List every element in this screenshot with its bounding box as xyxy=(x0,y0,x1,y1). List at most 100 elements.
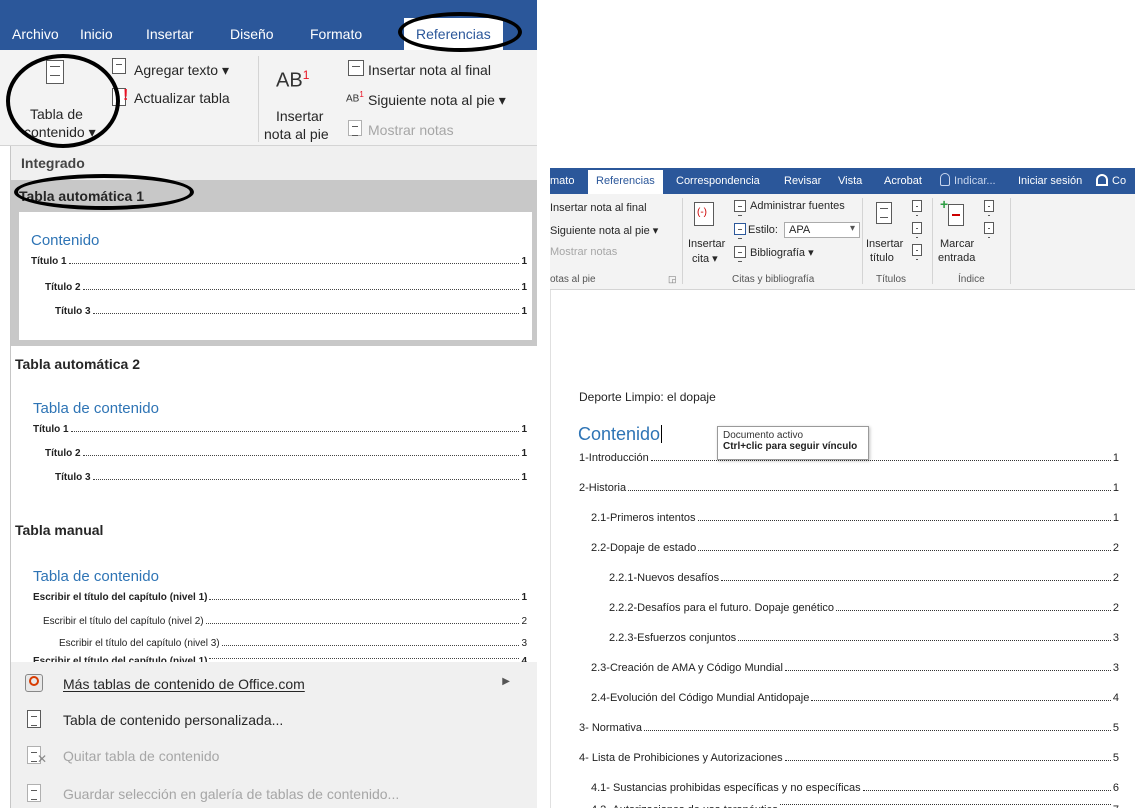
ribbon-referencias: Insertar nota al final Siguiente nota al… xyxy=(550,194,1135,290)
hyperlink-tooltip: Documento activo Ctrl+clic para seguir v… xyxy=(717,426,869,460)
lightbulb-icon xyxy=(940,173,950,186)
toc-link[interactable]: 2.2.3-Esfuerzos conjuntos 3 xyxy=(609,632,1119,644)
toc-link-text: 3- Normativa xyxy=(579,722,642,734)
ribbon-separator xyxy=(862,198,863,284)
toc-leader xyxy=(92,306,520,314)
preview-title: Contenido xyxy=(31,232,100,249)
toc-link[interactable]: 2.4-Evolución del Código Mundial Antidop… xyxy=(591,692,1119,704)
toc-link-text: 2.3-Creación de AMA y Código Mundial xyxy=(591,662,783,674)
toc-entry-page: 3 xyxy=(521,638,527,649)
toc-link-page: 2 xyxy=(1112,602,1119,614)
toc-link-text: 2.2.2-Desafíos para el futuro. Dopaje ge… xyxy=(609,602,835,614)
gallery-item-auto-table-2[interactable]: Tabla automática 2 Tabla de contenido Tí… xyxy=(11,346,537,506)
toc-link[interactable]: 2-Historia 1 xyxy=(579,482,1119,494)
toc-link[interactable]: 4.1- Sustancias prohibidas específicas y… xyxy=(591,782,1119,794)
tab-formato[interactable]: Formato xyxy=(310,26,362,42)
toc-link[interactable]: 4- Lista de Prohibiciones y Autorizacion… xyxy=(579,752,1119,764)
custom-toc-item[interactable]: Tabla de contenido personalizada... xyxy=(11,706,537,734)
show-notes-button[interactable]: Mostrar notas xyxy=(550,246,617,258)
manage-sources-icon xyxy=(734,200,746,216)
update-table-button[interactable]: Actualizar tabla xyxy=(134,90,230,106)
toc-leader xyxy=(643,722,1111,731)
tab-correspondencia[interactable]: Correspondencia xyxy=(676,175,760,187)
toc-leader xyxy=(697,512,1111,521)
gallery-item-label: Tabla automática 2 xyxy=(15,356,141,372)
tab-formato[interactable]: mato xyxy=(550,175,574,187)
insert-endnote-button[interactable]: Insertar nota al final xyxy=(368,62,491,78)
tab-revisar[interactable]: Revisar xyxy=(784,175,821,187)
tooltip-line-1: Documento activo xyxy=(723,430,804,441)
insert-citation-button[interactable]: (-) Insertar cita ▾ xyxy=(686,196,728,270)
toc-link-page: 5 xyxy=(1112,752,1119,764)
tell-me-search[interactable]: Indicar... xyxy=(954,175,996,187)
toc-link[interactable]: 2.3-Creación de AMA y Código Mundial 3 xyxy=(591,662,1119,674)
toc-entry-text: Título 1 xyxy=(33,424,69,435)
toc-link-page: 2 xyxy=(1112,572,1119,584)
group-captions-label: Títulos xyxy=(876,274,907,285)
toc-entry-text: Escribir el título del capítulo (nivel 1… xyxy=(33,592,208,603)
toc-link[interactable]: 2.2.1-Nuevos desafíos 2 xyxy=(609,572,1119,584)
toc-link-page: 1 xyxy=(1112,452,1119,464)
toc-link-text: 2.4-Evolución del Código Mundial Antidop… xyxy=(591,692,810,704)
toc-link[interactable]: 2.2-Dopaje de estado 2 xyxy=(591,542,1119,554)
insert-caption-button[interactable]: Insertar título xyxy=(866,196,908,270)
toc-leader xyxy=(721,572,1111,581)
remove-toc-item[interactable]: ✕ Quitar tabla de contenido xyxy=(11,742,537,770)
toc-entry: Título 3 1 xyxy=(55,306,527,317)
next-footnote-button[interactable]: Siguiente nota al pie ▾ xyxy=(550,224,658,237)
cmd-label: Más tablas de contenido de Office.com xyxy=(63,676,305,692)
share-button[interactable]: Co xyxy=(1112,175,1126,187)
toc-heading[interactable]: Contenido xyxy=(578,424,662,445)
tab-vista[interactable]: Vista xyxy=(838,175,862,187)
mark-entry-label-2: entrada xyxy=(938,252,976,264)
tab-insertar[interactable]: Insertar xyxy=(146,26,193,42)
custom-toc-icon xyxy=(27,710,41,728)
toc-entry-page: 1 xyxy=(521,472,527,483)
toc-entry-text: Título 2 xyxy=(45,282,81,293)
toc-link[interactable]: 2.1-Primeros intentos 1 xyxy=(591,512,1119,524)
insert-footnote-label: Insertar xyxy=(276,108,324,124)
toc-link-text: 1-Introducción xyxy=(579,452,649,464)
sign-in-link[interactable]: Iniciar sesión xyxy=(1018,175,1082,187)
toc-link[interactable]: 4.2- Autorizaciones de uso terapéutico 7 xyxy=(591,804,1119,808)
show-notes-button[interactable]: Mostrar notas xyxy=(368,122,454,138)
toc-link-text: 2-Historia xyxy=(579,482,627,494)
toc-entry-page: 2 xyxy=(521,616,527,627)
tab-archivo[interactable]: Archivo xyxy=(12,26,59,42)
bibliography-button[interactable]: Bibliografía ▾ xyxy=(750,246,814,259)
add-text-button[interactable]: Agregar texto ▾ xyxy=(134,62,229,79)
style-select[interactable]: APA xyxy=(784,222,860,238)
insert-endnote-button[interactable]: Insertar nota al final xyxy=(550,202,647,214)
insert-endnote-icon xyxy=(348,60,364,76)
toc-link[interactable]: 2.2.2-Desafíos para el futuro. Dopaje ge… xyxy=(609,602,1119,614)
document-title: Deporte Limpio: el dopaje xyxy=(579,390,716,404)
mark-entry-icon xyxy=(948,204,964,226)
toc-link[interactable]: 3- Normativa 5 xyxy=(579,722,1119,734)
toc-link-page: 1 xyxy=(1112,482,1119,494)
insert-citation-label: Insertar xyxy=(688,238,726,250)
right-word-window: mato Referencias Correspondencia Revisar… xyxy=(550,168,1135,808)
manage-sources-button[interactable]: Administrar fuentes xyxy=(750,200,845,212)
plus-icon: + xyxy=(940,196,949,212)
tab-acrobat[interactable]: Acrobat xyxy=(884,175,922,187)
next-footnote-button[interactable]: Siguiente nota al pie ▾ xyxy=(368,92,506,109)
document-page[interactable]: Deporte Limpio: el dopaje Contenido 1-In… xyxy=(550,290,1135,808)
save-selection-item[interactable]: Guardar selección en galería de tablas d… xyxy=(11,778,537,806)
more-tocs-office-item[interactable]: Más tablas de contenido de Office.com ▶ xyxy=(11,670,537,698)
insert-footnote-button[interactable]: AB1 Insertar nota al pie xyxy=(262,54,346,144)
submenu-arrow-icon: ▶ xyxy=(502,676,510,687)
gallery-item-manual-table[interactable]: Tabla manual Tabla de contenido Escribir… xyxy=(11,512,537,662)
insert-table-figures-icon xyxy=(912,200,922,216)
toc-entry-text: Título 3 xyxy=(55,306,91,317)
insert-index-icon xyxy=(984,200,994,216)
mark-entry-button[interactable]: + Marcar entrada xyxy=(936,196,980,270)
toc-entry: Escribir el título del capítulo (nivel 2… xyxy=(43,616,527,627)
tab-referencias[interactable]: Referencias xyxy=(588,170,663,194)
toc-leader xyxy=(785,662,1111,671)
gallery-item-label: Tabla manual xyxy=(15,522,104,538)
left-word-window: Archivo Inicio Insertar Diseño Formato R… xyxy=(0,0,537,808)
tab-diseno[interactable]: Diseño xyxy=(230,26,274,42)
tab-inicio[interactable]: Inicio xyxy=(80,26,113,42)
toc-link-page: 3 xyxy=(1112,632,1119,644)
ribbon-separator xyxy=(932,198,933,284)
